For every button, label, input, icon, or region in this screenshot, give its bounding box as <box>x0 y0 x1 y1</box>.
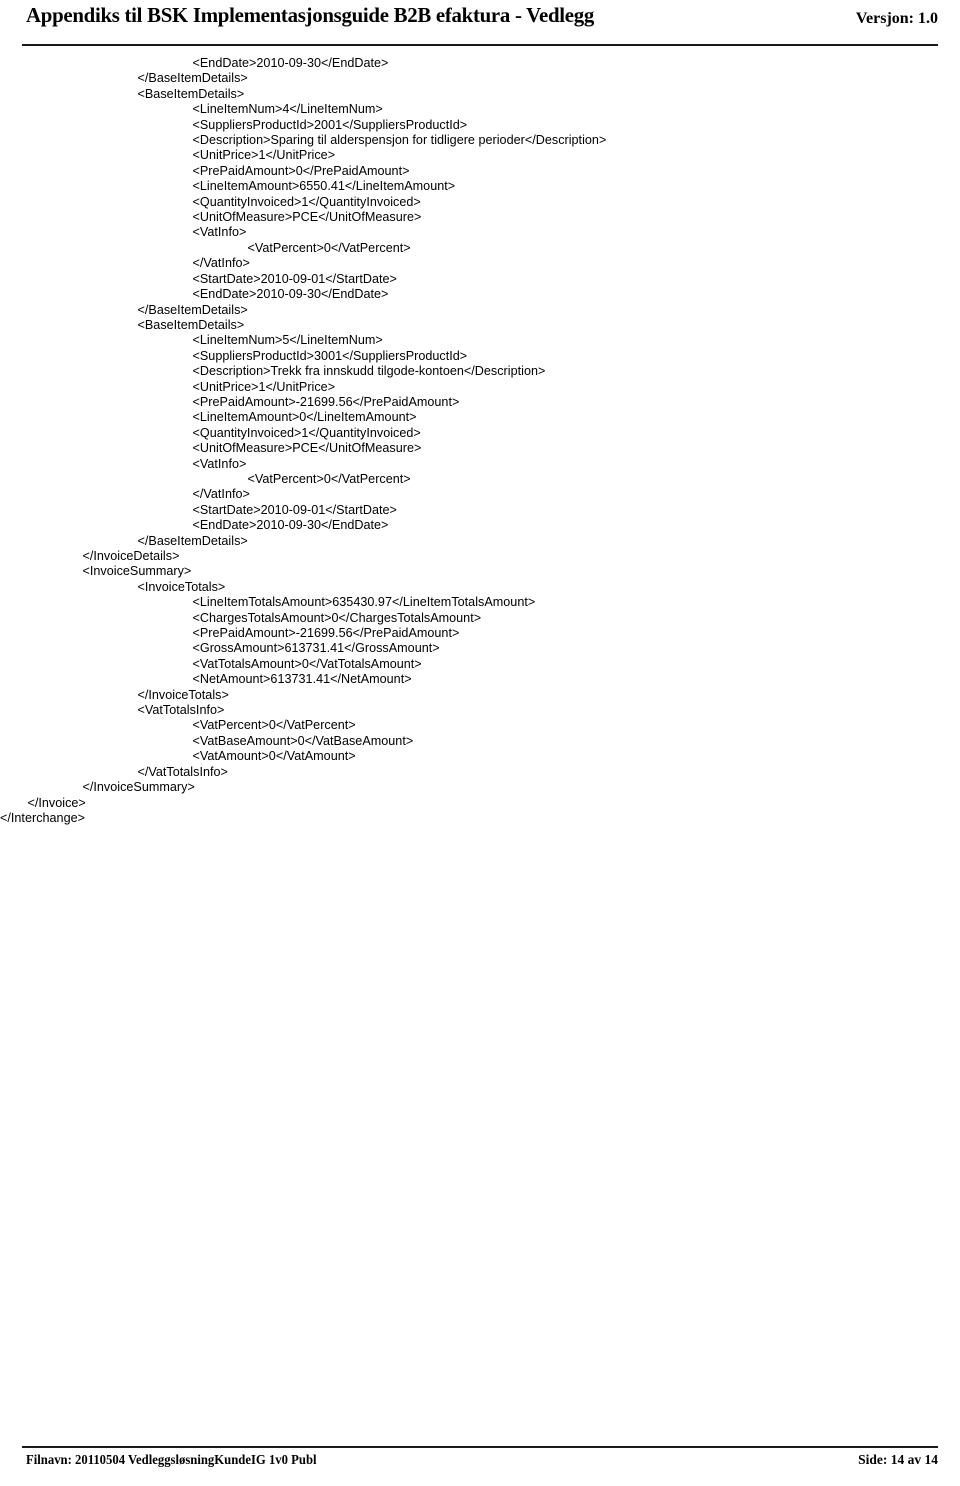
page-header: Appendiks til BSK Implementasjonsguide B… <box>0 0 960 48</box>
xml-line: <InvoiceSummary> <box>82 564 192 579</box>
xml-line: <UnitOfMeasure>PCE</UnitOfMeasure> <box>192 210 422 225</box>
xml-line: <SuppliersProductId>3001</SuppliersProdu… <box>192 348 468 363</box>
footer-page-number: Side: 14 av 14 <box>858 1452 938 1467</box>
xml-line: <PrePaidAmount>-21699.56</PrePaidAmount> <box>192 626 460 641</box>
xml-line: <InvoiceTotals> <box>137 579 226 594</box>
xml-line: </VatInfo> <box>192 487 250 502</box>
xml-line: <VatBaseAmount>0</VatBaseAmount> <box>192 733 414 748</box>
xml-line: <UnitOfMeasure>PCE</UnitOfMeasure> <box>192 441 422 456</box>
xml-line: <BaseItemDetails> <box>137 86 245 101</box>
xml-line: <BaseItemDetails> <box>137 317 245 332</box>
xml-line: <NetAmount>613731.41</NetAmount> <box>192 672 412 687</box>
xml-line: <LineItemAmount>0</LineItemAmount> <box>192 410 417 425</box>
page-footer: Filnavn: 20110504 VedleggsløsningKundeIG… <box>0 1438 960 1486</box>
xml-line: </InvoiceSummary> <box>82 780 195 795</box>
xml-line: <EndDate>2010-09-30</EndDate> <box>192 287 389 302</box>
xml-line: <PrePaidAmount>-21699.56</PrePaidAmount> <box>192 394 460 409</box>
xml-line: <PrePaidAmount>0</PrePaidAmount> <box>192 163 410 178</box>
xml-line: <VatTotalsInfo> <box>137 703 225 718</box>
xml-line: <Description>Trekk fra innskudd tilgode-… <box>192 364 546 379</box>
xml-line: <VatTotalsAmount>0</VatTotalsAmount> <box>192 656 422 671</box>
xml-line: </VatInfo> <box>192 256 250 271</box>
xml-line: <EndDate>2010-09-30</EndDate> <box>192 518 389 533</box>
header-divider <box>22 44 938 46</box>
footer-divider <box>22 1446 938 1448</box>
xml-code-listing: <EndDate>2010-09-30</EndDate> </BaseItemD… <box>0 56 960 826</box>
xml-line: <VatInfo> <box>192 456 247 471</box>
page-title: Appendiks til BSK Implementasjonsguide B… <box>26 3 595 27</box>
xml-line: <VatPercent>0</VatPercent> <box>192 718 356 733</box>
xml-line: <LineItemNum>4</LineItemNum> <box>192 102 383 117</box>
xml-line: <LineItemNum>5</LineItemNum> <box>192 333 383 348</box>
xml-line: <VatInfo> <box>192 225 247 240</box>
document-version-label: Versjon: 1.0 <box>855 10 938 27</box>
document-page: Appendiks til BSK Implementasjonsguide B… <box>0 0 960 1486</box>
xml-line: <QuantityInvoiced>1</QuantityInvoiced> <box>192 425 421 440</box>
xml-line: </Invoice> <box>27 795 86 810</box>
xml-line: <UnitPrice>1</UnitPrice> <box>192 148 336 163</box>
xml-line: </BaseItemDetails> <box>137 533 248 548</box>
xml-line: <StartDate>2010-09-01</StartDate> <box>192 502 397 517</box>
xml-line: </InvoiceDetails> <box>82 549 180 563</box>
xml-line: <QuantityInvoiced>1</QuantityInvoiced> <box>192 194 421 209</box>
xml-line: <VatAmount>0</VatAmount> <box>192 749 356 764</box>
xml-line: </BaseItemDetails> <box>137 71 248 86</box>
xml-line: <SuppliersProductId>2001</SuppliersProdu… <box>192 117 468 132</box>
xml-line: <LineItemTotalsAmount>635430.97</LineIte… <box>192 595 536 610</box>
xml-line: <Description>Sparing til alderspensjon f… <box>192 133 607 148</box>
xml-line: </Interchange> <box>0 810 86 825</box>
xml-line: <VatPercent>0</VatPercent> <box>247 240 411 255</box>
xml-line: </BaseItemDetails> <box>137 302 248 317</box>
xml-line: <EndDate>2010-09-30</EndDate> <box>192 56 389 70</box>
xml-line: <VatPercent>0</VatPercent> <box>247 471 411 486</box>
xml-line: <ChargesTotalsAmount>0</ChargesTotalsAmo… <box>192 610 482 625</box>
xml-line: <UnitPrice>1</UnitPrice> <box>192 379 336 394</box>
footer-filename: Filnavn: 20110504 VedleggsløsningKundeIG… <box>26 1452 317 1467</box>
xml-line: </VatTotalsInfo> <box>137 764 228 779</box>
xml-line: <StartDate>2010-09-01</StartDate> <box>192 271 397 286</box>
xml-line: <LineItemAmount>6550.41</LineItemAmount> <box>192 179 456 194</box>
xml-line: <GrossAmount>613731.41</GrossAmount> <box>192 641 440 656</box>
xml-line: </InvoiceTotals> <box>137 687 229 702</box>
